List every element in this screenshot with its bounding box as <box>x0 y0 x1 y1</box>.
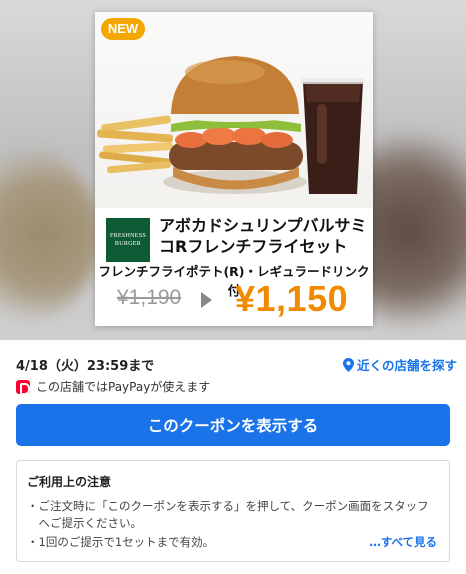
brand-logo: FRESHNESS BURGER <box>106 218 150 262</box>
discounted-price: ¥1,150 <box>235 278 349 319</box>
see-all-link[interactable]: …すべて見る <box>369 534 437 550</box>
original-price: ¥1,190 <box>117 286 182 309</box>
burger-illustration <box>163 56 307 194</box>
cola-illustration <box>301 78 365 194</box>
find-nearby-stores-label: 近くの店舗を探す <box>357 358 458 373</box>
notice-title: ご利用上の注意 <box>27 475 112 489</box>
arrow-right-icon <box>201 292 212 308</box>
coupon-hero: NEW FRESHNESS BURGER アボカドシュリンプバルサミコRフレンチ… <box>0 0 466 340</box>
new-badge: NEW <box>101 18 145 40</box>
burger-set-illustration <box>97 56 365 194</box>
product-image: NEW <box>95 12 373 208</box>
find-nearby-stores-link[interactable]: 近くの店舗を探す <box>343 355 457 374</box>
paypay-icon <box>16 379 30 395</box>
paypay-note: この店舗ではPayPayが使えます <box>36 380 211 394</box>
notice-line: ・1回のご提示で1セットまで有効。 <box>27 535 215 549</box>
notice-line: へご提示ください。 <box>27 516 142 530</box>
fries-illustration <box>97 115 174 174</box>
product-name: アボカドシュリンプバルサミコRフレンチフライセット <box>159 216 367 256</box>
coupon-card: NEW FRESHNESS BURGER アボカドシュリンプバルサミコRフレンチ… <box>95 12 373 326</box>
expiration-date: 4/18（火）23:59まで <box>16 359 155 374</box>
hero-background-blur-left <box>0 150 100 320</box>
show-coupon-button[interactable]: このクーポンを表示する <box>16 404 450 446</box>
usage-notice-box: ご利用上の注意 ・ご注文時に「このクーポンを表示する」を押して、クーポン画面をス… <box>16 460 450 562</box>
paypay-availability: この店舗ではPayPayが使えます <box>16 378 210 395</box>
notice-line: ・ご注文時に「このクーポンを表示する」を押して、クーポン画面をスタッフ <box>27 499 429 513</box>
location-pin-icon <box>343 357 354 372</box>
